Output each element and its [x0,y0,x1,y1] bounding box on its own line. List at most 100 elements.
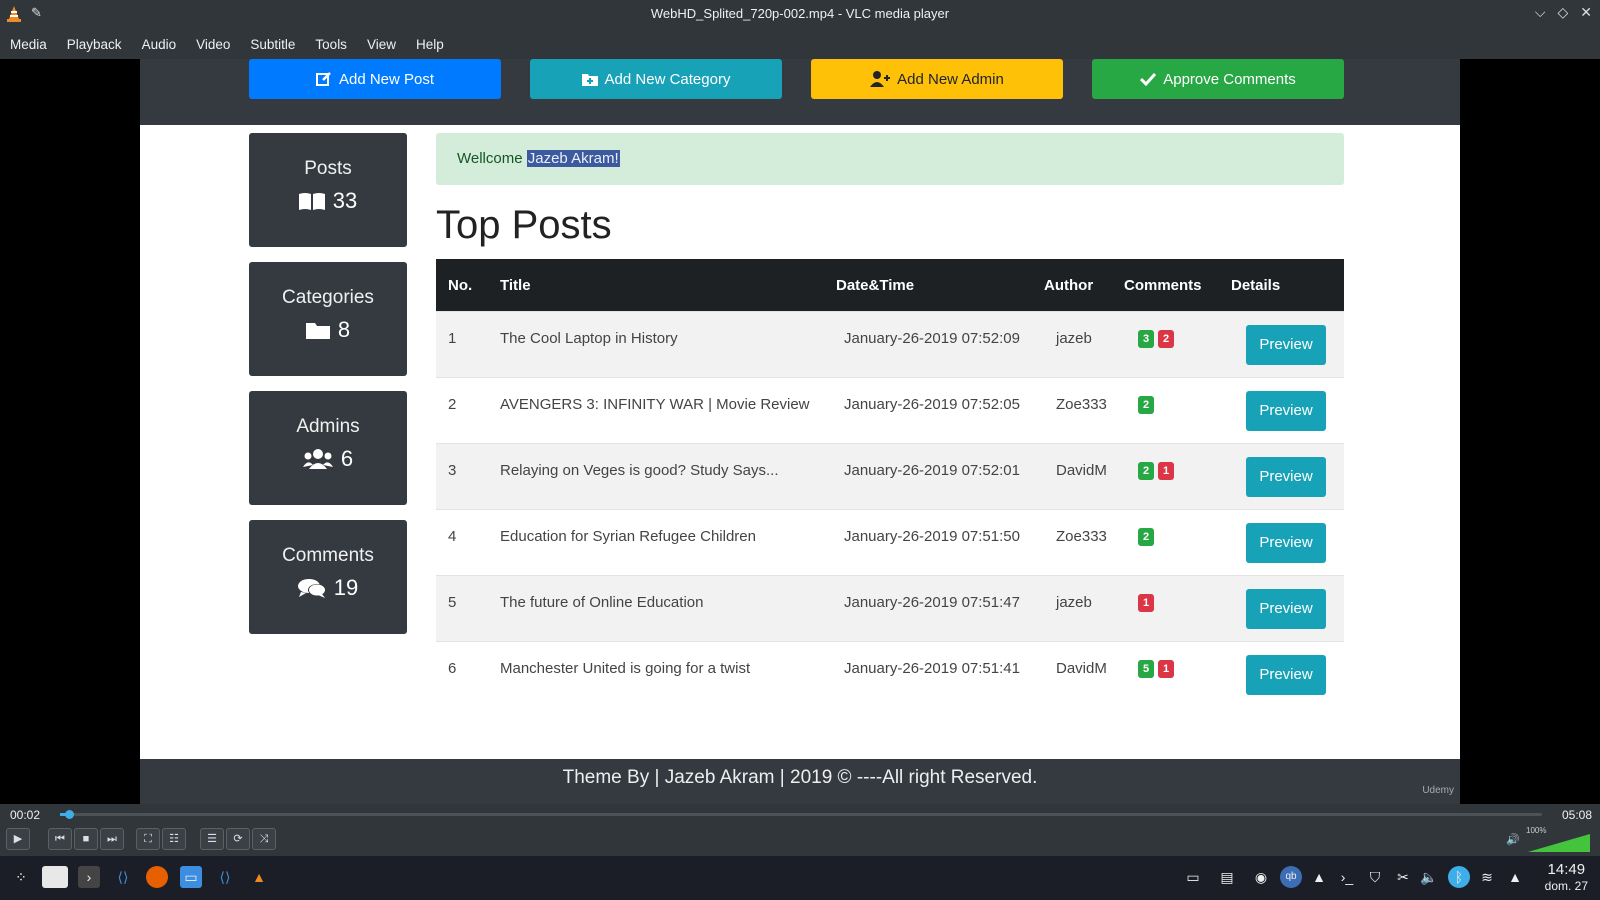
seek-slider[interactable] [60,810,1542,819]
row-author: Zoe333 [1056,396,1107,413]
vscode-icon[interactable]: ⟨⟩ [112,866,134,888]
app-launcher-icon[interactable]: ⁘ [10,866,32,888]
vlc-tray-icon[interactable]: ▲ [1308,866,1330,888]
user-plus-icon [870,71,891,87]
extended-settings-icon[interactable]: ☷ [162,828,186,850]
welcome-alert: Wellcome Jazeb Akram! [436,133,1344,185]
posts-stat-card[interactable]: Posts 33 [249,133,407,247]
close-icon[interactable]: ✕ [1580,4,1592,21]
row-date: January-26-2019 07:51:41 [844,660,1020,677]
menu-view[interactable]: View [367,37,396,52]
menubar: Media Playback Audio Video Subtitle Tool… [0,29,1600,59]
desktop-preview-icon[interactable] [42,866,68,888]
play-icon[interactable]: ▶ [6,828,30,850]
qbittorrent-icon[interactable]: qb [1280,866,1302,888]
add-new-category-label: Add New Category [604,70,731,88]
shuffle-icon[interactable]: ⤨ [252,828,276,850]
shield-icon[interactable]: ⛉ [1364,866,1386,888]
row-author: Zoe333 [1056,528,1107,545]
playlist-icon[interactable]: ☰ [200,828,224,850]
header-datetime: Date&Time [836,277,915,294]
loop-icon[interactable]: ⟳ [226,828,250,850]
menu-playback[interactable]: Playback [67,37,122,52]
top-posts-table: No. Title Date&Time Author Comments Deta… [436,259,1344,707]
clock[interactable]: 14:49 dom. 27 [1545,862,1588,894]
categories-stat-value: 8 [337,317,351,342]
row-no: 4 [448,528,457,545]
volume-slider[interactable] [1528,834,1590,852]
firefox-icon[interactable] [146,866,168,888]
preview-button[interactable]: Preview [1246,325,1326,365]
fullscreen-icon[interactable]: ⛶ [136,828,160,850]
preview-button[interactable]: Preview [1246,523,1326,563]
check-icon [1140,72,1157,86]
site-footer: Theme By | Jazeb Akram | 2019 © ----All … [140,759,1460,804]
add-new-admin-button[interactable]: Add New Admin [811,59,1063,99]
previous-icon[interactable]: ⏮ [48,828,72,850]
menu-help[interactable]: Help [416,37,444,52]
video-area[interactable]: Add New Post Add New Category Add New Ad… [0,59,1600,804]
posts-stat-label: Posts [304,158,352,179]
preview-button[interactable]: Preview [1246,589,1326,629]
table-row: 4 Education for Syrian Refugee Children … [436,509,1344,575]
playback-controls: ▶ ⏮ ■ ⏭ ⛶ ☷ ☰ ⟳ ⤨ 🔊 100% [0,824,1600,856]
preview-button[interactable]: Preview [1246,655,1326,695]
header-title: Title [500,277,531,294]
preview-button[interactable]: Preview [1246,391,1326,431]
file-manager-icon[interactable]: ▭ [180,866,202,888]
categories-stat-card[interactable]: Categories 8 [249,262,407,376]
vscode-icon[interactable]: ⟨⟩ [214,866,236,888]
console-tray-icon[interactable]: ›_ [1336,866,1358,888]
clipboard-icon[interactable]: ▤ [1216,866,1238,888]
add-new-post-button[interactable]: Add New Post [249,59,501,99]
table-row: 5 The future of Online Education January… [436,575,1344,641]
edit-icon [315,72,331,86]
admins-stat-label: Admins [296,416,360,437]
minimize-icon[interactable]: ⌵ [1535,4,1546,21]
next-icon[interactable]: ⏭ [100,828,124,850]
menu-subtitle[interactable]: Subtitle [250,37,295,52]
approved-comments-badge: 5 [1138,660,1154,678]
approve-comments-label: Approve Comments [1163,70,1296,88]
header-comments: Comments [1124,277,1202,294]
admins-stat-card[interactable]: Admins 6 [249,391,407,505]
approve-comments-button[interactable]: Approve Comments [1092,59,1344,99]
volume-tray-icon[interactable]: 🔈 [1418,866,1440,888]
menu-video[interactable]: Video [196,37,230,52]
speaker-icon[interactable]: 🔊 [1506,833,1520,846]
tray-expand-icon[interactable]: ▲ [1504,866,1526,888]
terminal-icon[interactable]: › [78,866,100,888]
add-new-admin-label: Add New Admin [897,70,1004,88]
row-author: DavidM [1056,462,1107,479]
table-header: No. Title Date&Time Author Comments Deta… [436,259,1344,311]
preview-button[interactable]: Preview [1246,457,1326,497]
wifi-icon[interactable]: ≋ [1476,866,1498,888]
pending-comments-badge: 2 [1158,330,1174,348]
comments-stat-card[interactable]: Comments 19 [249,520,407,634]
volume-control[interactable]: 🔊 100% [1506,826,1590,852]
categories-stat-label: Categories [282,287,374,308]
row-author: jazeb [1056,594,1092,611]
bluetooth-icon[interactable]: ᛒ [1448,866,1470,888]
pause-indicator-icon[interactable]: ◉ [1250,866,1272,888]
folder-plus-icon [581,74,598,86]
row-no: 2 [448,396,457,413]
vlc-taskbar-icon[interactable]: ▲ [248,866,270,888]
row-no: 3 [448,462,457,479]
maximize-icon[interactable]: ◇ [1557,4,1568,21]
menu-tools[interactable]: Tools [315,37,347,52]
scissors-icon[interactable]: ✂ [1392,866,1414,888]
add-new-category-button[interactable]: Add New Category [530,59,782,99]
menu-audio[interactable]: Audio [142,37,177,52]
stop-icon[interactable]: ■ [74,828,98,850]
row-title: Manchester United is going for a twist [500,660,751,677]
row-date: January-26-2019 07:51:50 [844,528,1020,545]
seek-handle[interactable] [64,810,74,819]
table-row: 6 Manchester United is going for a twist… [436,641,1344,707]
approved-comments-badge: 3 [1138,330,1154,348]
menu-media[interactable]: Media [10,37,47,52]
show-desktop-icon[interactable]: ▭ [1182,866,1204,888]
posts-stat-value: 33 [332,188,358,213]
folder-icon [305,323,330,339]
pending-comments-badge: 1 [1158,660,1174,678]
